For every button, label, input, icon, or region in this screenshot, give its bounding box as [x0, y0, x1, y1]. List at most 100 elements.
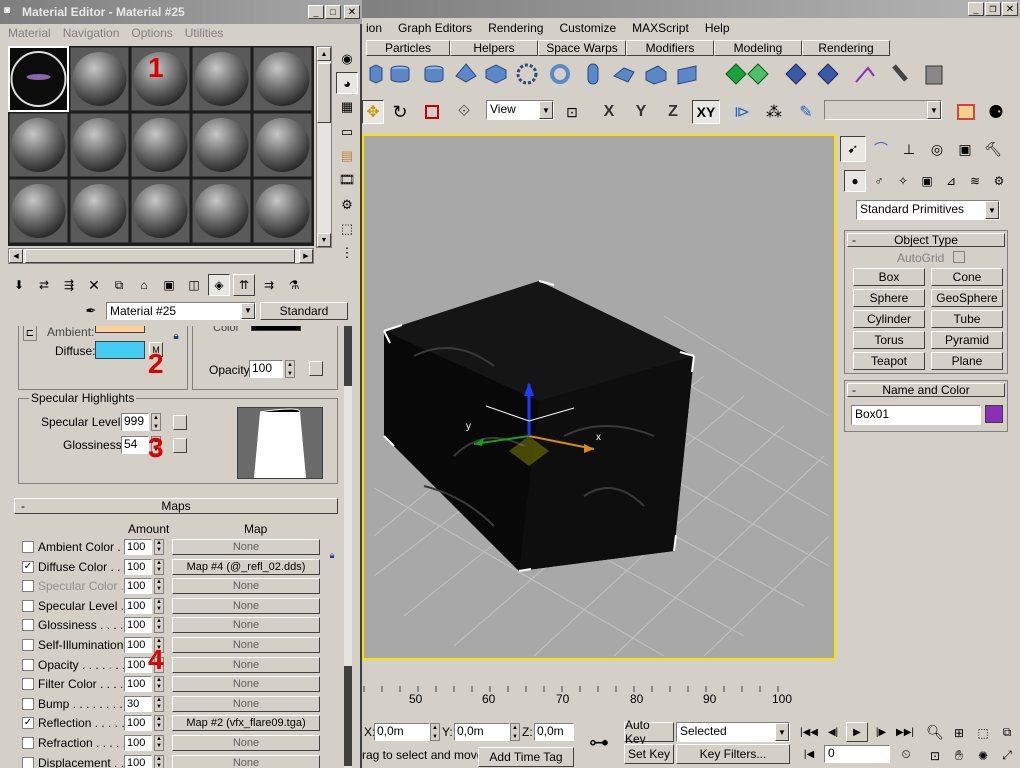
current-frame-field[interactable]: 0	[824, 745, 890, 763]
map-slot-button[interactable]: None	[172, 637, 320, 653]
map-enable-checkbox[interactable]	[22, 737, 34, 749]
cameras-icon[interactable]: ▣	[916, 170, 938, 192]
grid-select2-icon[interactable]	[747, 63, 769, 85]
axis-z-button[interactable]: Z	[662, 100, 684, 124]
map-amount-spinner[interactable]: ▲ ▼	[154, 695, 164, 712]
scale-icon[interactable]	[420, 100, 444, 124]
map-amount-field[interactable]: 100	[124, 715, 152, 732]
go-to-end-icon[interactable]: ▶▶|	[894, 722, 916, 742]
axis-y-button[interactable]: Y	[630, 100, 652, 124]
map-enable-checkbox[interactable]	[22, 658, 34, 671]
spring-icon[interactable]	[925, 65, 943, 85]
sphere-button[interactable]: Sphere	[853, 289, 925, 307]
go-to-parent-icon[interactable]: ⇈	[233, 274, 255, 296]
torus-button[interactable]: Torus	[853, 331, 925, 349]
params-scrollbar[interactable]	[344, 326, 352, 768]
y-coord-spinner[interactable]: ▲ ▼	[510, 723, 520, 741]
systems-icon[interactable]: ⚙	[988, 170, 1010, 192]
scroll-thumb[interactable]	[317, 63, 331, 123]
map-amount-field[interactable]: 100	[124, 597, 152, 614]
maximize-viewport-icon[interactable]: ⤢	[996, 745, 1018, 766]
map-amount-spinner[interactable]: ▲ ▼	[154, 558, 164, 575]
array-icon[interactable]: ⁂	[762, 100, 786, 124]
glossiness-field[interactable]: 54	[121, 436, 149, 454]
map-amount-field[interactable]: 100	[124, 539, 152, 555]
show-end-result-icon[interactable]: ◈	[208, 274, 230, 296]
cylinder-create-icon[interactable]	[390, 65, 410, 83]
menu-rendering[interactable]: Rendering	[480, 21, 551, 35]
mat-menu-options[interactable]: Options	[125, 26, 178, 40]
autogrid-checkbox[interactable]	[953, 251, 965, 263]
menu-maxscript[interactable]: MAXScript	[624, 21, 697, 35]
axis-xy-button[interactable]: XY	[692, 100, 720, 124]
plane-button[interactable]: Plane	[931, 352, 1003, 370]
map-amount-spinner[interactable]: ▲ ▼	[154, 578, 164, 595]
mesh2-icon[interactable]	[817, 63, 839, 85]
sample-slot[interactable]	[69, 178, 130, 244]
zoom-icon[interactable]: 🔍︎	[924, 722, 946, 743]
opacity-map-button[interactable]	[309, 361, 323, 376]
move-tool-button[interactable]: ✥	[362, 100, 384, 124]
next-frame-icon[interactable]: |▶	[870, 722, 892, 742]
map-amount-field[interactable]: 100	[124, 617, 152, 634]
map-amount-field[interactable]: 100	[124, 676, 152, 693]
auto-key-button[interactable]: Auto Key	[624, 718, 674, 746]
scroll-up-icon[interactable]: ▲	[317, 47, 331, 61]
zoom-extents-all-icon[interactable]: ⧉	[996, 722, 1018, 743]
map-slot-button[interactable]: None	[172, 676, 320, 693]
tab-modeling[interactable]: Modeling	[714, 40, 802, 56]
params-scroll-thumb[interactable]	[344, 326, 352, 386]
map-amount-field[interactable]: 100	[124, 578, 152, 595]
sample-slot[interactable]	[252, 46, 313, 112]
time-config-icon[interactable]: ⏲	[896, 744, 916, 764]
map-slot-button[interactable]: Map #2 (vfx_flare09.tga)	[172, 715, 320, 732]
map-amount-field[interactable]: 100	[124, 735, 152, 751]
reference-coordinate-dropdown[interactable]: View ▼	[486, 100, 554, 120]
y-coord-field[interactable]: 0,0m	[454, 723, 510, 741]
play-icon[interactable]: ▶	[846, 722, 868, 742]
pick-material-from-object-icon[interactable]: ✒	[82, 302, 100, 320]
opacity-field[interactable]: 100	[249, 360, 283, 378]
specular-level-spinner[interactable]: ▲ ▼	[151, 413, 161, 431]
max-restore-button[interactable]: ❐	[985, 2, 1001, 16]
tab-particles[interactable]: Particles	[366, 40, 450, 56]
key-mode-toggle-icon[interactable]: |◀	[798, 744, 820, 764]
sample-slots-vscroll[interactable]: ▲ ▼	[316, 46, 332, 248]
map-slot-button[interactable]: None	[172, 617, 320, 634]
pivot-icon[interactable]: ⊡	[560, 100, 584, 124]
hierarchy-tab-icon[interactable]: ⊥	[896, 136, 922, 162]
backlight-icon[interactable]: ◕	[336, 72, 358, 94]
pyramid-create-icon[interactable]	[455, 63, 477, 83]
utilities-tab-icon[interactable]: 🔨︎	[980, 136, 1006, 162]
map-slot-button[interactable]: None	[172, 656, 320, 673]
tape-icon[interactable]	[892, 64, 908, 82]
scroll-right-icon[interactable]: ▶	[299, 249, 313, 263]
put-to-library-icon[interactable]: ⌂	[133, 274, 155, 296]
map-slot-button[interactable]: None	[172, 597, 320, 614]
category-dropdown[interactable]: Standard Primitives ▼	[856, 200, 1000, 220]
sample-slot[interactable]	[8, 46, 69, 112]
map-enable-checkbox[interactable]: ✓	[22, 717, 34, 730]
mirror-icon[interactable]: ⧐	[730, 100, 754, 124]
zoom-all-icon[interactable]: ⊞	[948, 722, 970, 743]
geosphere-button[interactable]: GeoSphere	[931, 289, 1003, 307]
arc-rotate-icon[interactable]: ✺	[972, 745, 994, 766]
material-type-button[interactable]: Standard	[260, 302, 348, 320]
make-preview-icon[interactable]: 🎞︎	[336, 170, 358, 191]
display-tab-icon[interactable]: ▣	[952, 136, 978, 162]
mat-minimize-button[interactable]: _	[308, 5, 324, 19]
mat-maximize-button[interactable]: □	[325, 5, 341, 19]
map-enable-checkbox[interactable]	[22, 756, 34, 768]
bone-icon[interactable]	[855, 66, 875, 83]
max-close-button[interactable]: ✕	[1002, 2, 1018, 16]
tab-helpers[interactable]: Helpers	[450, 40, 538, 56]
scroll-left-icon[interactable]: ◀	[9, 249, 23, 263]
map-amount-spinner[interactable]: ▲ ▼	[154, 715, 164, 732]
sample-slot[interactable]	[69, 46, 130, 112]
named-selection-dropdown[interactable]: ▼	[824, 100, 942, 120]
box-create-icon[interactable]	[369, 64, 383, 84]
helpers-icon[interactable]: ⊿	[940, 170, 962, 192]
sample-slot[interactable]	[130, 178, 191, 244]
select-by-material-icon[interactable]: ⬚	[336, 218, 358, 239]
geometry-icon[interactable]: ●	[844, 170, 866, 192]
